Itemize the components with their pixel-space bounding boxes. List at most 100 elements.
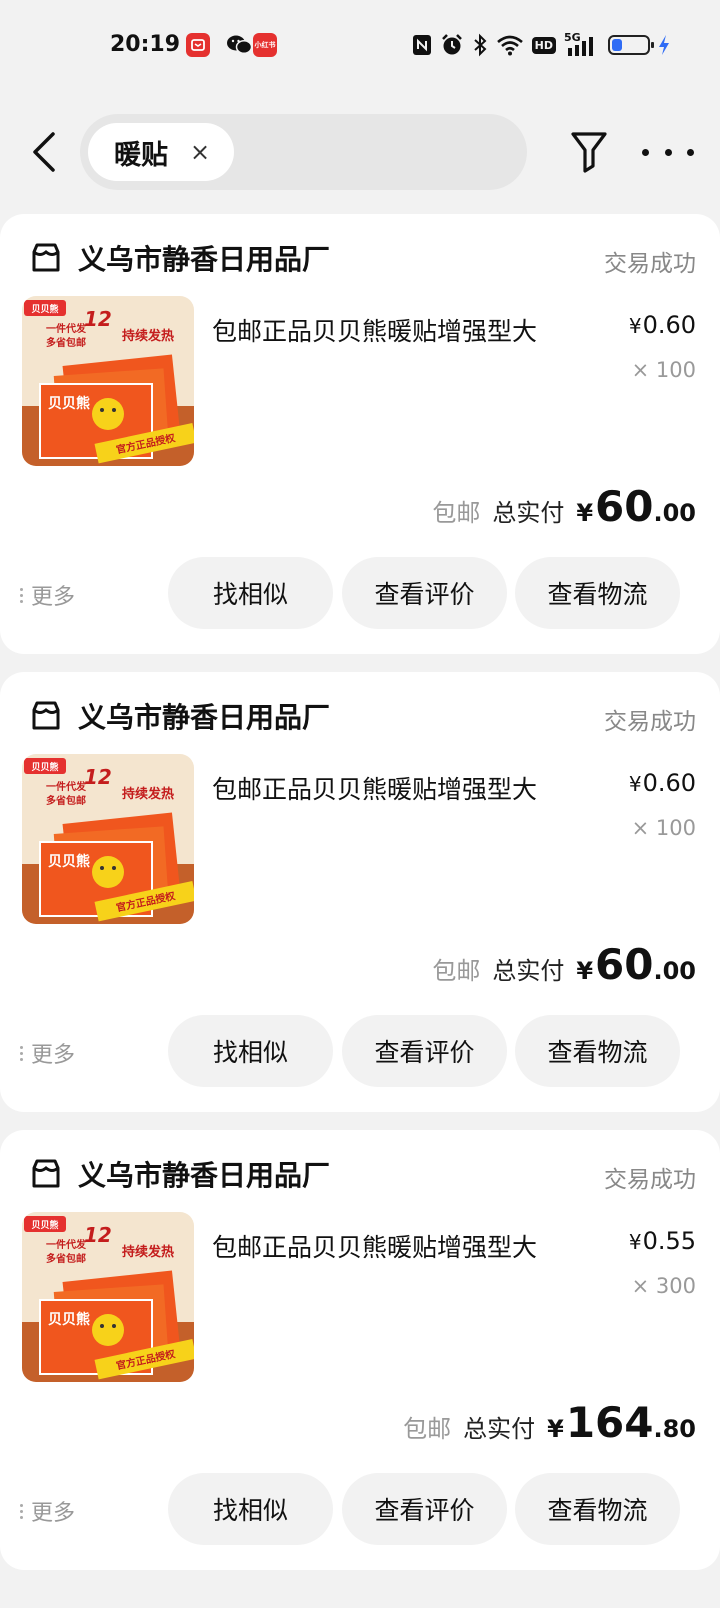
more-actions-button[interactable]: 更多 xyxy=(20,1037,75,1069)
shipping-label: 包邮 xyxy=(432,957,481,985)
app-notification-icon xyxy=(186,33,210,57)
unit-price-value: 0.60 xyxy=(642,769,696,797)
shop-row[interactable]: 义乌市静香日用品厂 xyxy=(30,1154,330,1194)
total-currency: ¥ xyxy=(576,499,594,527)
pack-text: 贝贝熊 xyxy=(48,395,90,412)
filter-icon xyxy=(571,132,607,173)
total-row: 包邮 总实付 ¥ 60 .00 xyxy=(432,482,696,531)
unit-price-value: 0.55 xyxy=(642,1227,696,1255)
vertical-dots-icon xyxy=(20,587,23,603)
pack-text: 贝贝熊 xyxy=(48,853,90,870)
product-image-frame[interactable]: 贝贝熊 一件代发 多省包邮 12 持续发热 贝贝熊 官方正品授权 xyxy=(22,1212,194,1382)
shipping-label: 包邮 xyxy=(432,499,481,527)
total-decimal: .80 xyxy=(653,1415,696,1443)
quantity: × 100 xyxy=(631,358,696,382)
total-amount: ¥ 164 .80 xyxy=(547,1398,696,1447)
product-title[interactable]: 包邮正品贝贝熊暖贴增强型大 xyxy=(212,770,537,806)
view-review-button[interactable]: 查看评价 xyxy=(342,1473,507,1545)
brand-text: 贝贝熊 xyxy=(31,1219,58,1231)
more-actions-button[interactable]: 更多 xyxy=(20,1495,75,1527)
total-row: 包邮 总实付 ¥ 164 .80 xyxy=(403,1398,696,1447)
view-logistics-button[interactable]: 查看物流 xyxy=(515,557,680,629)
wechat-icon xyxy=(226,34,253,56)
order-card[interactable]: 义乌市静香日用品厂 交易成功 贝贝熊 一件代发 多省包邮 12 持续发热 贝贝熊… xyxy=(0,672,720,1112)
shop-name[interactable]: 义乌市静香日用品厂 xyxy=(78,1154,330,1194)
view-logistics-button[interactable]: 查看物流 xyxy=(515,1473,680,1545)
quantity: × 100 xyxy=(631,816,696,840)
nfc-icon xyxy=(412,33,432,57)
unit-price-currency: ¥ xyxy=(628,1230,642,1254)
product-image-frame[interactable]: 贝贝熊 一件代发 多省包邮 12 持续发热 贝贝熊 官方正品授权 xyxy=(22,754,194,924)
find-similar-button[interactable]: 找相似 xyxy=(168,557,333,629)
search-chip[interactable]: 暖贴 × xyxy=(88,123,235,181)
more-label: 更多 xyxy=(31,1501,76,1526)
shop-icon xyxy=(30,1157,62,1191)
total-currency: ¥ xyxy=(547,1415,564,1443)
hd-icon: HD xyxy=(531,33,556,57)
order-status: 交易成功 xyxy=(604,709,696,735)
product-title[interactable]: 包邮正品贝贝熊暖贴增强型大 xyxy=(212,312,537,348)
heat-text: 持续发热 xyxy=(122,786,174,802)
tagline-2: 多省包邮 xyxy=(46,336,86,349)
more-dot-icon xyxy=(687,148,694,156)
more-options-button[interactable] xyxy=(642,134,694,170)
status-time: 20:19 xyxy=(110,32,181,57)
total-decimal: .00 xyxy=(653,499,696,527)
tagline-1: 一件代发 xyxy=(46,322,87,335)
battery-icon xyxy=(608,33,654,57)
system-icons: HD 5G xyxy=(412,31,670,58)
tagline-1: 一件代发 xyxy=(46,780,87,793)
total-integer: 60 xyxy=(595,940,654,989)
quantity: × 300 xyxy=(631,1274,696,1298)
tagline-1: 一件代发 xyxy=(46,1238,87,1251)
unit-price: ¥0.60 xyxy=(629,769,696,797)
brand-text: 贝贝熊 xyxy=(31,761,58,773)
chip-close-icon[interactable]: × xyxy=(190,140,210,164)
hours-text: 12 xyxy=(84,307,112,331)
total-amount: ¥ 60 .00 xyxy=(576,482,696,531)
xiaohongshu-icon: 小红书 xyxy=(253,33,277,57)
total-integer: 60 xyxy=(595,482,654,531)
product-image-frame[interactable]: 贝贝熊 一件代发 多省包邮 12 持续发热 贝贝熊 官方正品授权 xyxy=(22,296,194,466)
top-nav: 暖贴 × xyxy=(0,110,720,194)
shop-row[interactable]: 义乌市静香日用品厂 xyxy=(30,696,330,736)
more-actions-button[interactable]: 更多 xyxy=(20,579,75,611)
shop-name[interactable]: 义乌市静香日用品厂 xyxy=(78,696,330,736)
status-bar: 20:19 小红书 HD 5G xyxy=(0,0,720,92)
tagline-2: 多省包邮 xyxy=(46,794,86,807)
order-card[interactable]: 义乌市静香日用品厂 交易成功 贝贝熊 一件代发 多省包邮 12 持续发热 贝贝熊… xyxy=(0,1130,720,1570)
unit-price-currency: ¥ xyxy=(628,772,642,796)
alarm-icon xyxy=(440,33,464,57)
search-box[interactable]: 暖贴 × xyxy=(80,114,527,190)
product-image: 贝贝熊 一件代发 多省包邮 12 持续发热 贝贝熊 官方正品授权 xyxy=(22,1212,194,1382)
tagline-2: 多省包邮 xyxy=(46,1252,86,1265)
more-dot-icon xyxy=(642,148,649,156)
view-review-button[interactable]: 查看评价 xyxy=(342,557,507,629)
signal-5g-icon: 5G xyxy=(564,31,600,57)
total-label: 总实付 xyxy=(492,499,565,527)
find-similar-button[interactable]: 找相似 xyxy=(168,1473,333,1545)
heat-text: 持续发热 xyxy=(122,1244,174,1260)
actions-row: 更多 找相似 查看评价 查看物流 xyxy=(0,1473,720,1545)
total-integer: 164 xyxy=(565,1398,654,1447)
view-review-button[interactable]: 查看评价 xyxy=(342,1015,507,1087)
product-image: 贝贝熊 一件代发 多省包邮 12 持续发热 贝贝熊 官方正品授权 xyxy=(22,754,194,924)
filter-button[interactable] xyxy=(568,128,610,176)
total-amount: ¥ 60 .00 xyxy=(576,940,696,989)
order-card[interactable]: 义乌市静香日用品厂 交易成功 贝贝熊 一件代发 多省包邮 12 持续发热 贝贝熊… xyxy=(0,214,720,654)
order-status: 交易成功 xyxy=(604,1167,696,1193)
brand-text: 贝贝熊 xyxy=(31,303,58,315)
shop-name[interactable]: 义乌市静香日用品厂 xyxy=(78,238,330,278)
shipping-label: 包邮 xyxy=(403,1415,452,1443)
back-button[interactable] xyxy=(24,128,64,176)
find-similar-button[interactable]: 找相似 xyxy=(168,1015,333,1087)
hours-text: 12 xyxy=(84,1223,112,1247)
product-title[interactable]: 包邮正品贝贝熊暖贴增强型大 xyxy=(212,1228,537,1264)
wifi-icon xyxy=(496,33,524,57)
vertical-dots-icon xyxy=(20,1045,23,1061)
shop-row[interactable]: 义乌市静香日用品厂 xyxy=(30,238,330,278)
total-row: 包邮 总实付 ¥ 60 .00 xyxy=(432,940,696,989)
shop-icon xyxy=(30,699,62,733)
charging-icon xyxy=(658,33,670,57)
view-logistics-button[interactable]: 查看物流 xyxy=(515,1015,680,1087)
